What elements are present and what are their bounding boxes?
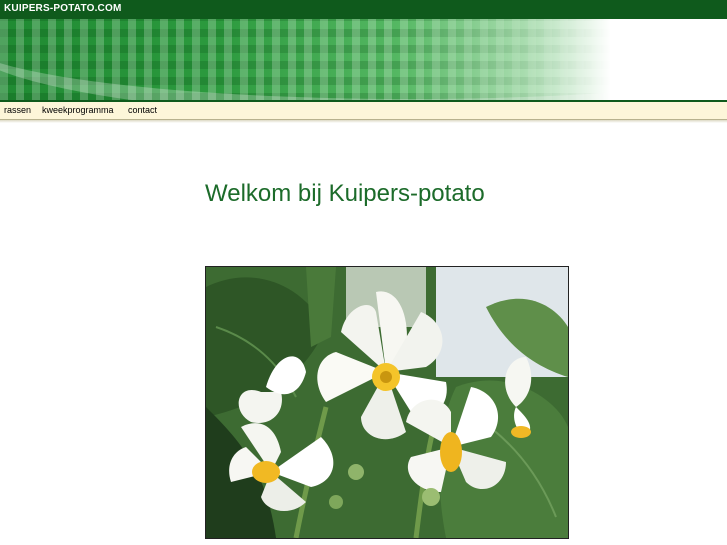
main-navigation: rassen kweekprogramma contact <box>0 102 727 120</box>
nav-link-contact[interactable]: contact <box>128 105 157 115</box>
page-title: Welkom bij Kuipers-potato <box>205 180 485 207</box>
header-banner <box>0 19 727 101</box>
nav-link-kweekprogramma[interactable]: kweekprogramma <box>42 105 114 115</box>
site-title: KUIPERS-POTATO.COM <box>4 3 122 14</box>
potato-flower-image <box>205 266 569 539</box>
nav-link-rassen[interactable]: rassen <box>4 105 31 115</box>
banner-sweep-curve <box>0 19 727 101</box>
top-bar: KUIPERS-POTATO.COM <box>0 0 727 19</box>
nav-shadow <box>0 120 727 123</box>
